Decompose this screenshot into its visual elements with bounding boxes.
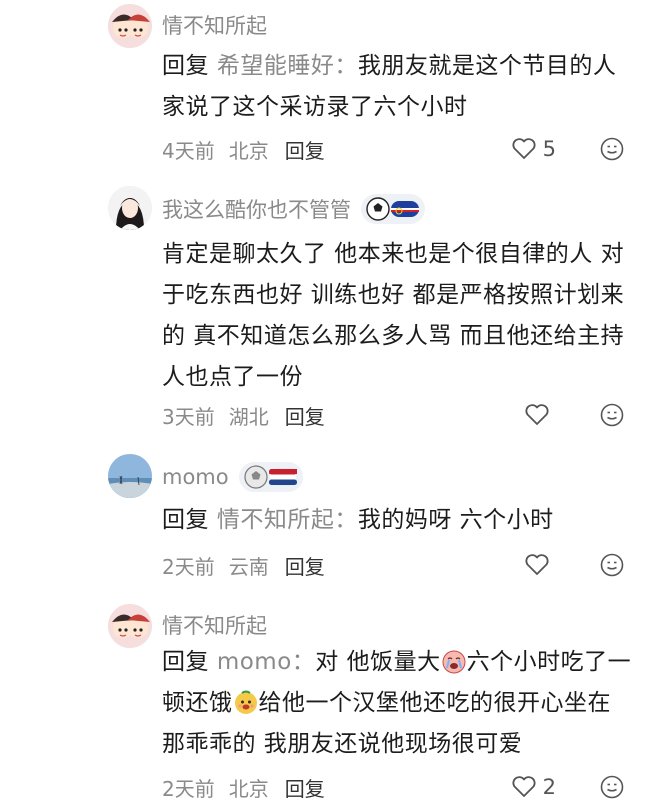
reply-button[interactable]: 回复: [285, 401, 325, 430]
avatar[interactable]: [108, 186, 152, 230]
emoji-button[interactable]: [600, 137, 624, 161]
emoji-face-icon: [600, 775, 624, 799]
crying-emoji-icon: [442, 650, 466, 674]
timestamp: 3天前: [162, 404, 215, 429]
username[interactable]: momo: [162, 462, 303, 492]
timestamp: 2天前: [162, 554, 215, 579]
emoji-face-icon: [600, 137, 624, 161]
timestamp: 4天前: [162, 138, 215, 163]
emoji-face-icon: [600, 403, 624, 427]
location: 北京: [228, 776, 269, 801]
username[interactable]: 情不知所起: [162, 10, 267, 40]
emoji-face-icon: [600, 553, 624, 577]
location: 北京: [228, 138, 269, 163]
avatar[interactable]: [108, 604, 152, 648]
like-button[interactable]: [524, 553, 556, 577]
avatar-photo-icon: [108, 186, 152, 230]
football-flag-badge-icon: [366, 197, 419, 221]
comment-text: 回复 希望能睡好：我朋友就是这个节目的人家说了这个采访录了六个小时: [162, 53, 617, 120]
like-count: 2: [542, 775, 556, 799]
avatar-cartoon-icon: [108, 604, 152, 648]
comment-text: 肯定是聊太久了 他本来也是个很自律的人 对于吃东西也好 训练也好 都是严格按照计…: [162, 241, 625, 390]
like-button[interactable]: 2: [511, 775, 556, 799]
football-flag-badge-icon: [244, 465, 297, 489]
username[interactable]: 情不知所起: [162, 610, 267, 640]
comment-meta: 3天前 湖北 回复: [162, 400, 624, 430]
reply-button[interactable]: 回复: [285, 135, 325, 164]
comment-meta: 2天前 北京 回复 2: [162, 772, 624, 802]
location: 云南: [228, 554, 269, 579]
emoji-button[interactable]: [600, 775, 624, 799]
comment-meta: 2天前 云南 回复: [162, 550, 624, 580]
heart-icon: [512, 138, 536, 159]
reply-tag: 回复: [162, 53, 209, 79]
avatar[interactable]: [108, 454, 152, 498]
like-button[interactable]: [524, 403, 556, 427]
reply-button[interactable]: 回复: [285, 551, 325, 580]
reply-target[interactable]: momo：: [217, 649, 315, 675]
fan-badge[interactable]: [238, 462, 303, 492]
emoji-button[interactable]: [600, 553, 624, 577]
reply-tag: 回复: [162, 649, 209, 675]
like-count: 5: [542, 137, 556, 161]
heart-icon: [512, 776, 536, 797]
username[interactable]: 我这么酷你也不管管: [162, 194, 425, 224]
comment-meta: 4天前 北京 回复 5: [162, 134, 624, 164]
reply-button[interactable]: 回复: [285, 773, 325, 802]
burger-face-emoji-icon: [234, 690, 257, 714]
emoji-button[interactable]: [600, 403, 624, 427]
reply-target[interactable]: 希望能睡好：: [217, 53, 358, 79]
heart-icon: [525, 404, 549, 425]
avatar-landscape-icon: [108, 454, 152, 498]
avatar-cartoon-icon: [108, 4, 152, 48]
fan-badge[interactable]: [361, 194, 425, 224]
reply-target[interactable]: 情不知所起：: [217, 507, 358, 533]
timestamp: 2天前: [162, 776, 215, 801]
heart-icon: [525, 554, 549, 575]
avatar[interactable]: [108, 4, 152, 48]
comment-text: 回复 情不知所起：我的妈呀 六个小时: [162, 507, 554, 533]
reply-tag: 回复: [162, 507, 209, 533]
comment-text: 回复 momo：对 他饭量大 六个小时吃了一顿还饿 给他一个汉堡他还吃的很开心坐…: [162, 649, 632, 757]
like-button[interactable]: 5: [511, 137, 556, 161]
location: 湖北: [228, 404, 269, 429]
